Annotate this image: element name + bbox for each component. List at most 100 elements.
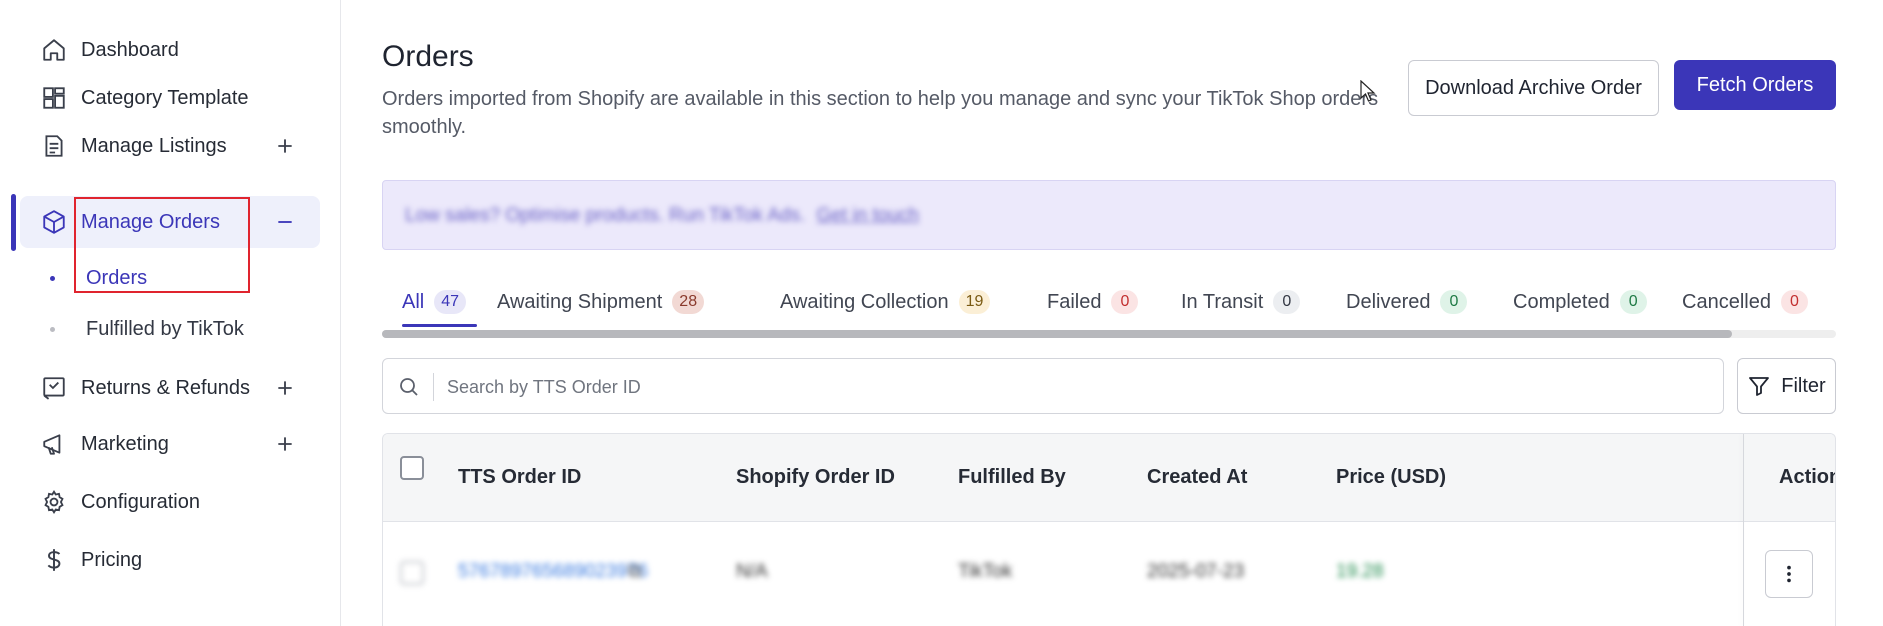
tab-label: Cancelled <box>1682 290 1771 313</box>
tab-label: All <box>402 290 425 313</box>
sidebar-item-manage-listings[interactable]: Manage Listings <box>20 120 320 172</box>
sidebar-subitem-label: Orders <box>86 267 148 289</box>
tab-delivered[interactable]: Delivered 0 <box>1346 290 1468 314</box>
tab-label: Delivered <box>1346 290 1431 313</box>
sidebar-item-configuration[interactable]: Configuration <box>20 476 320 528</box>
shopify-order-id: N/A <box>736 561 768 582</box>
expand-plus-icon[interactable] <box>272 133 298 159</box>
mouse-cursor-icon <box>1360 80 1376 102</box>
filter-button[interactable]: Filter <box>1737 358 1836 414</box>
return-icon <box>39 373 69 403</box>
fetch-orders-button[interactable]: Fetch Orders <box>1674 60 1836 110</box>
tts-order-id-link[interactable]: 576789765689023976 <box>458 561 648 583</box>
tab-failed[interactable]: Failed 0 <box>1047 290 1139 314</box>
kebab-menu-icon <box>1787 565 1791 583</box>
table-row[interactable]: 576789765689023976 ⧉ N/A TikTok 2025-07-… <box>383 523 1835 626</box>
sidebar-item-label: Dashboard <box>81 38 179 61</box>
gear-icon <box>39 487 69 517</box>
created-at: 2025-07-23 <box>1147 561 1245 582</box>
main-content: Orders Orders imported from Shopify are … <box>342 0 1883 626</box>
search-input[interactable] <box>447 367 1707 407</box>
scrollbar-thumb[interactable] <box>382 330 1732 338</box>
sidebar-item-label: Pricing <box>81 548 143 571</box>
search-divider <box>433 373 434 401</box>
bullet-dot <box>50 327 55 332</box>
banner-text: Low sales? Optimise products. Run TikTok… <box>405 205 919 227</box>
download-archive-order-button[interactable]: Download Archive Order <box>1408 60 1659 116</box>
filter-icon <box>1749 377 1770 396</box>
expand-plus-icon[interactable] <box>272 375 298 401</box>
tab-count-badge: 0 <box>1619 290 1647 314</box>
column-header-tts-order-id[interactable]: TTS Order ID <box>458 466 581 489</box>
tab-label: Failed <box>1047 290 1102 313</box>
column-header-created-at[interactable]: Created At <box>1147 466 1247 489</box>
sidebar: Dashboard Category Template Manage Listi… <box>0 0 341 626</box>
bullet-dot <box>50 276 55 281</box>
sidebar-item-manage-orders[interactable]: Manage Orders <box>20 196 320 248</box>
tab-label: Awaiting Shipment <box>497 290 663 313</box>
table-header: TTS Order ID Shopify Order ID Fulfilled … <box>383 434 1835 522</box>
sidebar-item-label: Category Template <box>81 86 249 109</box>
sidebar-item-dashboard[interactable]: Dashboard <box>20 24 320 76</box>
home-icon <box>39 35 69 65</box>
column-header-fulfilled-by[interactable]: Fulfilled By <box>958 466 1066 489</box>
tab-awaiting-collection[interactable]: Awaiting Collection 19 <box>780 290 991 314</box>
sidebar-item-category-template[interactable]: Category Template <box>20 72 320 124</box>
tab-count-badge: 28 <box>672 290 705 314</box>
row-checkbox[interactable] <box>400 561 424 585</box>
tab-count-badge: 47 <box>434 290 467 314</box>
tab-all[interactable]: All 47 <box>402 290 467 314</box>
tab-cancelled[interactable]: Cancelled 0 <box>1682 290 1808 314</box>
sidebar-item-label: Manage Listings <box>81 134 227 157</box>
column-header-shopify-order-id[interactable]: Shopify Order ID <box>736 466 895 489</box>
sidebar-item-label: Returns & Refunds <box>81 376 250 399</box>
promo-banner: Low sales? Optimise products. Run TikTok… <box>382 180 1836 250</box>
collapse-minus-icon[interactable] <box>272 209 298 235</box>
sidebar-subitem-orders[interactable]: Orders <box>50 267 147 290</box>
actions-column-divider <box>1743 434 1744 626</box>
tab-count-badge: 0 <box>1111 290 1139 314</box>
banner-message: Low sales? Optimise products. Run TikTok… <box>405 205 806 226</box>
box-icon <box>39 207 69 237</box>
select-all-checkbox[interactable] <box>400 456 424 480</box>
sidebar-item-label: Manage Orders <box>81 210 220 233</box>
fulfilled-by: TikTok <box>958 561 1013 582</box>
filter-label: Filter <box>1781 374 1826 397</box>
search-icon <box>397 375 421 399</box>
tab-count-badge: 0 <box>1780 290 1808 314</box>
tab-label: Awaiting Collection <box>780 290 949 313</box>
dollar-icon <box>39 545 69 575</box>
sidebar-item-label: Configuration <box>81 490 200 513</box>
tab-awaiting-shipment[interactable]: Awaiting Shipment 28 <box>497 290 705 314</box>
active-indicator <box>11 194 16 251</box>
tab-count-badge: 19 <box>958 290 991 314</box>
template-grid-icon <box>39 83 69 113</box>
price: 19.28 <box>1336 561 1384 582</box>
sidebar-item-label: Marketing <box>81 432 169 455</box>
banner-link[interactable]: Get in touch <box>817 205 919 226</box>
document-icon <box>39 131 69 161</box>
sidebar-item-returns-refunds[interactable]: Returns & Refunds <box>20 362 320 414</box>
order-status-tabs: All 47 Awaiting Shipment 28 Awaiting Col… <box>382 272 1836 342</box>
column-header-price[interactable]: Price (USD) <box>1336 466 1446 489</box>
tab-count-badge: 0 <box>1273 290 1301 314</box>
column-header-actions: Actions <box>1779 466 1835 488</box>
tab-in-transit[interactable]: In Transit 0 <box>1181 290 1301 314</box>
tabs-scrollbar[interactable] <box>382 330 1836 338</box>
page-title: Orders <box>382 40 474 73</box>
page-description: Orders imported from Shopify are availab… <box>382 88 1379 138</box>
tab-count-badge: 0 <box>1440 290 1468 314</box>
tab-completed[interactable]: Completed 0 <box>1513 290 1647 314</box>
sidebar-item-pricing[interactable]: Pricing <box>20 534 320 586</box>
sidebar-subitem-label: Fulfilled by TikTok <box>86 318 244 340</box>
tab-label: Completed <box>1513 290 1610 313</box>
expand-plus-icon[interactable] <box>272 431 298 457</box>
copy-icon[interactable]: ⧉ <box>628 561 642 583</box>
sidebar-subitem-fulfilled-by-tiktok[interactable]: Fulfilled by TikTok <box>50 318 244 341</box>
search-box <box>382 358 1724 414</box>
tab-label: In Transit <box>1181 290 1264 313</box>
megaphone-icon <box>39 429 69 459</box>
sidebar-item-marketing[interactable]: Marketing <box>20 418 320 470</box>
row-actions-button[interactable] <box>1765 550 1813 598</box>
active-tab-underline <box>402 324 477 327</box>
